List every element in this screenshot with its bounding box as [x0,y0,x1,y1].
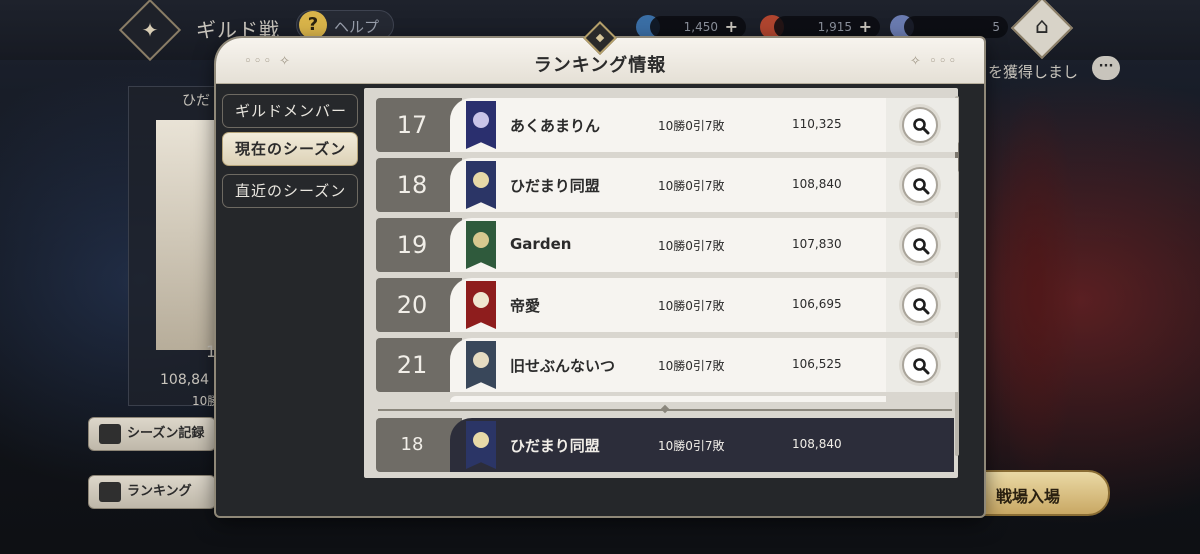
magnifier-icon [913,118,930,135]
rank-number: 19 [396,231,428,259]
ranking-row[interactable]: 18 ひだまり同盟 10勝0引7敗 108,840 [376,158,958,212]
guild-record: 10勝0引7敗 [658,359,725,373]
chat-icon[interactable]: ··· [1092,56,1120,80]
guild-crest-icon [473,292,489,308]
add-orbs-icon[interactable]: + [859,16,872,38]
attempt-count: 5 [992,20,1000,34]
guild-record: 10勝0引7敗 [658,239,725,253]
red-banner-decoration [990,86,1080,486]
guild-name: ひだまり同盟 [510,177,600,195]
ranking-label: ランキング [127,484,192,499]
ranking-row[interactable]: 21 旧せぶんないつ 10勝0引7敗 106,525 [376,338,958,392]
rank-number: 18 [396,171,428,199]
season-record-label: シーズン記録 [127,426,205,441]
guild-record: 10勝0引7敗 [658,179,725,193]
guild-crest-icon [473,432,489,448]
guild-record: 10勝0引7敗 [658,299,725,313]
resource-attempts: 5 [904,16,1008,38]
my-guild-record: 10勝0引7敗 [658,439,725,453]
guild-crest-icon [473,232,489,248]
tab-guild-members[interactable]: ギルドメンバー [222,94,358,128]
rank-number: 21 [396,351,428,379]
star-icon: ✦ [141,18,159,42]
tab-recent-season[interactable]: 直近のシーズン [222,174,358,208]
resource-orbs[interactable]: 1,915 + [774,16,880,38]
guild-name: Garden [510,235,572,253]
ranking-row[interactable]: 20 帝愛 10勝0引7敗 106,695 [376,278,958,332]
magnifier-icon [913,298,930,315]
rank-number: 20 [396,291,428,319]
guild-name: あくあまりん [510,117,601,135]
guild-rank-partial: 1 [206,342,217,361]
rank-number: 17 [396,111,428,139]
next-ranking-row-partial [450,396,886,402]
guild-score: 106,695 [792,297,842,311]
inspect-guild-button[interactable] [902,107,938,143]
guild-record: 10勝0引7敗 [658,119,725,133]
inspect-guild-button[interactable] [902,227,938,263]
inspect-guild-button[interactable] [902,167,938,203]
podium-icon [99,482,121,502]
my-guild-name: ひだまり同盟 [510,437,600,455]
guild-score-partial: 108,84 [160,372,209,388]
my-guild-row: 18 ひだまり同盟 10勝0引7敗 108,840 [376,418,954,472]
gem-count: 1,450 [683,20,718,34]
home-icon[interactable]: ⌂ [1030,14,1054,40]
reward-notice-text: を獲得しまし [988,63,1079,81]
help-icon[interactable]: ? [299,11,327,39]
guild-name-partial: ひだ [182,93,210,109]
guild-name: 旧せぶんないつ [510,357,616,375]
add-gems-icon[interactable]: + [725,16,738,38]
enter-battle-label: 戦場入場 [996,487,1061,506]
guild-score: 106,525 [792,357,842,371]
resource-gems[interactable]: 1,450 + [650,16,746,38]
guild-name: 帝愛 [510,297,541,315]
ranking-row[interactable]: 19 Garden 10勝0引7敗 107,830 [376,218,958,272]
my-guild-score: 108,840 [792,437,842,451]
guild-banner-image [156,120,216,350]
ranking-button[interactable]: ランキング [88,475,216,509]
tab-current-season[interactable]: 現在のシーズン [222,132,358,166]
inspect-guild-button[interactable] [902,287,938,323]
guild-crest-icon [473,352,489,368]
guild-score: 110,325 [792,117,842,131]
orb-count: 1,915 [817,20,852,34]
season-record-button[interactable]: シーズン記録 [88,417,216,451]
ranking-row[interactable]: 17 あくあまりん 10勝0引7敗 110,325 [376,98,958,152]
help-label: ヘルプ [334,18,380,36]
magnifier-icon [913,178,930,195]
magnifier-icon [913,238,930,255]
guild-score: 108,840 [792,177,842,191]
guild-score: 107,830 [792,237,842,251]
inspect-guild-button[interactable] [902,347,938,383]
trophy-icon [99,424,121,444]
guild-crest-icon [473,172,489,188]
my-guild-rank: 18 [400,434,424,455]
guild-crest-icon [473,112,489,128]
magnifier-icon [913,358,930,375]
